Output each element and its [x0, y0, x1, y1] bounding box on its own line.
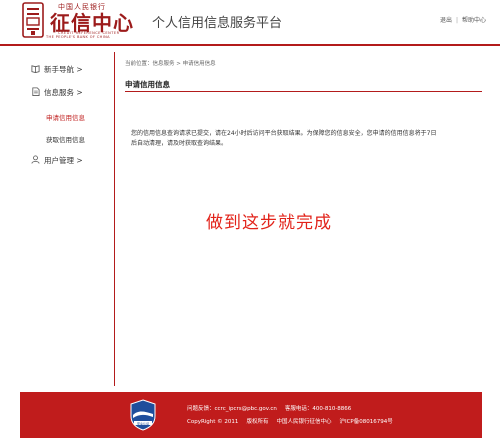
sidebar-item-label: 信息服务 > — [44, 88, 83, 97]
breadcrumb: 当前位置：信息服务 > 申请信用信息 — [125, 61, 216, 67]
completion-annotation: 做到这步就完成 — [206, 213, 332, 233]
footer: 安全认证 问题反馈：ccrc_ipcrs@pbc.gov.cn 客服电话：400-… — [20, 392, 482, 438]
sidebar-subitem-get-credit-info[interactable]: 获取信用信息 — [46, 134, 85, 144]
sidebar-item-beginner-guide[interactable]: 新手导航 > — [31, 64, 83, 75]
sidebar-subitem-apply-credit-info[interactable]: 申请信用信息 — [46, 112, 85, 122]
footer-copyright: CopyRight © 2011 版权所有 中国人民银行征信中心 沪ICP备08016… — [187, 417, 401, 425]
sidebar-divider — [114, 52, 115, 386]
logo-english-line-2: THE PEOPLE'S BANK OF CHINA — [46, 35, 110, 39]
footer-copyright-year: CopyRight © 2011 — [187, 419, 239, 425]
footer-phone: 客服电话：400-810-8866 — [284, 406, 352, 412]
sidebar-item-label: 新手导航 > — [44, 65, 83, 74]
help-center-link[interactable]: 帮助中心 — [462, 17, 486, 24]
sidebar-item-user-management[interactable]: 用户管理 > — [31, 155, 83, 166]
footer-rights: 版权所有 — [246, 419, 269, 425]
user-icon — [31, 155, 40, 164]
top-links: 退出 | 帮助中心 — [440, 15, 486, 24]
title-underline — [125, 91, 482, 92]
sidebar-item-info-service[interactable]: 信息服务 > — [31, 87, 83, 98]
footer-feedback[interactable]: 问题反馈：ccrc_ipcrs@pbc.gov.cn — [187, 406, 277, 412]
notice-line-2: 后自动清理，请及时获取查询结果。 — [131, 140, 228, 147]
notice-line-1: 您的信用信息查询请求已提交，请在24小时后访问平台获取结果。为保障您的信息安全，… — [131, 130, 437, 137]
header: 中国人民银行 征信中心 CREDIT REFERENCE CENTER THE … — [0, 0, 500, 44]
submission-notice: 您的信用信息查询请求已提交，请在24小时后访问平台获取结果。为保障您的信息安全，… — [131, 129, 477, 149]
credit-center-logo-icon — [22, 2, 44, 38]
link-separator: | — [455, 17, 458, 24]
badge-text: 安全认证 — [137, 420, 149, 425]
document-icon — [32, 87, 40, 96]
footer-owner: 中国人民银行征信中心 — [276, 419, 332, 425]
platform-title: 个人信用信息服务平台 — [152, 16, 283, 31]
page-title: 申请信用信息 — [125, 80, 170, 89]
logout-link[interactable]: 退出 — [440, 17, 452, 24]
security-badge-icon: 安全认证 — [130, 399, 156, 431]
footer-icp[interactable]: 沪ICP备08016794号 — [339, 419, 392, 425]
book-icon — [31, 65, 40, 73]
footer-contact: 问题反馈：ccrc_ipcrs@pbc.gov.cn 客服电话：400-810-8… — [187, 404, 359, 412]
sidebar-item-label: 用户管理 > — [44, 156, 83, 165]
